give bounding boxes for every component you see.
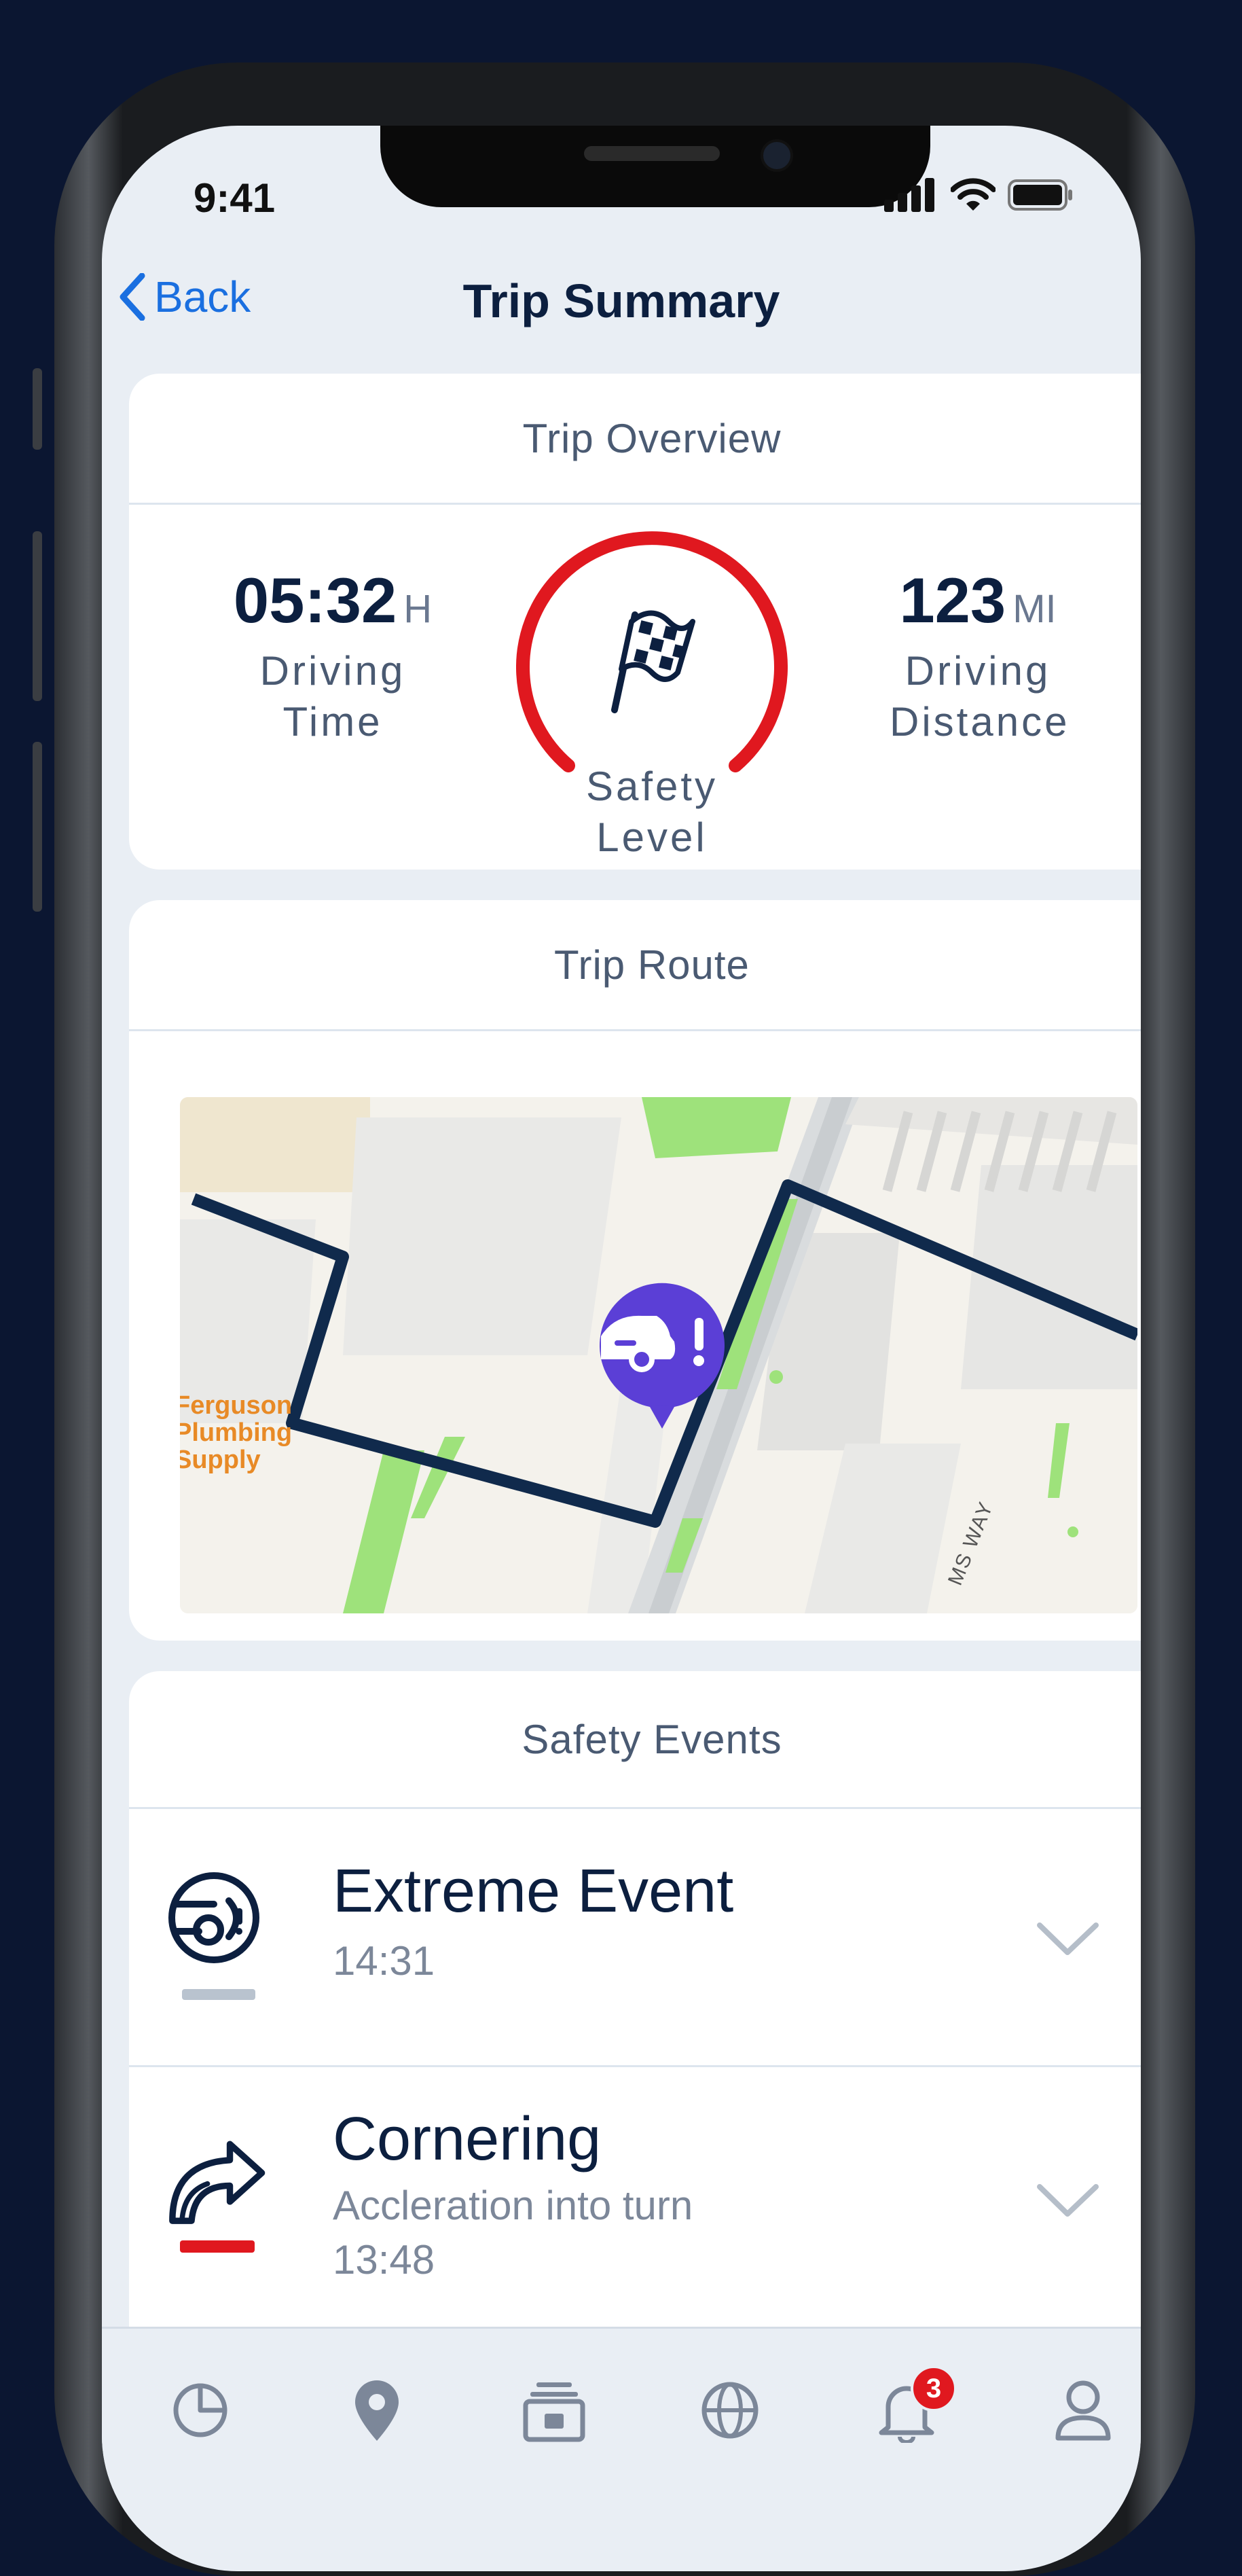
location-icon (355, 2380, 399, 2441)
driving-time-unit: H (403, 587, 433, 631)
trip-route-header: Trip Route (129, 900, 1141, 1031)
mute-switch (33, 368, 42, 450)
event-title: Cornering (333, 2105, 602, 2173)
tab-dashboard[interactable] (160, 2369, 241, 2451)
safety-level-label: Safety Level (585, 764, 718, 860)
notch (380, 126, 930, 207)
driving-distance-label: Driving Distance (890, 648, 1070, 745)
driving-time-label: Driving Time (259, 648, 406, 745)
driving-time-stat: 05:32 H Driving Time (204, 564, 462, 747)
safety-events-header: Safety Events (129, 1671, 1141, 1809)
event-title: Extreme Event (333, 1857, 734, 1925)
signal-icon (884, 178, 934, 212)
event-severity-bar (180, 2240, 255, 2253)
safety-events-card: Safety Events Extreme Event 14:31 Corner… (129, 1671, 1141, 2418)
checkered-flag-icon (611, 610, 695, 713)
safety-event-row[interactable]: Extreme Event 14:31 (129, 1807, 1141, 2067)
volume-up-button (33, 531, 42, 701)
tab-notifications[interactable]: 3 (866, 2365, 957, 2451)
map-place-label: Ferguson Plumbing Supply (180, 1391, 293, 1474)
volume-down-button (33, 742, 42, 912)
event-time: 13:48 (333, 2237, 435, 2283)
profile-icon (1055, 2380, 1111, 2440)
wifi-icon (951, 178, 996, 211)
trip-route-card: Trip Route Ferguson Plumbing Supply MS W… (129, 900, 1141, 1641)
route-map[interactable]: Ferguson Plumbing Supply MS WAY (180, 1097, 1137, 1613)
extreme-event-icon (168, 1872, 259, 1963)
battery-icon (1008, 179, 1072, 211)
globe-icon (701, 2382, 759, 2439)
tab-bar: 3 (102, 2327, 1141, 2560)
event-severity-bar (182, 1989, 255, 2000)
screen: 9:41 Back Trip Summary Trip Overview 05:… (102, 126, 1141, 2571)
safety-event-marker[interactable] (594, 1281, 730, 1437)
driving-time-value: 05:32 (233, 565, 397, 636)
tab-globe[interactable] (689, 2369, 771, 2451)
speaker (584, 146, 720, 161)
chevron-down-icon[interactable] (1036, 2183, 1100, 2220)
dashboard-icon (173, 2383, 227, 2437)
car-alert-icon (600, 1283, 725, 1429)
nav-bar: Back Trip Summary (102, 255, 1141, 336)
event-description: Accleration into turn (333, 2183, 693, 2228)
notification-badge: 3 (911, 2365, 957, 2412)
front-camera (761, 139, 793, 172)
driving-distance-value: 123 (899, 565, 1006, 636)
tab-license[interactable] (513, 2369, 594, 2451)
driving-distance-stat: 123 MI Driving Distance (842, 564, 1114, 747)
driving-distance-unit: MI (1012, 587, 1057, 631)
event-time: 14:31 (333, 1938, 435, 1984)
tab-profile[interactable] (1042, 2369, 1124, 2451)
license-icon (523, 2382, 585, 2441)
safety-event-row[interactable]: Cornering Accleration into turn 13:48 (129, 2065, 1141, 2353)
trip-overview-header: Trip Overview (129, 374, 1141, 505)
safety-level-gauge: Safety Level (516, 523, 788, 870)
tab-location[interactable] (336, 2369, 418, 2451)
chevron-down-icon[interactable] (1036, 1921, 1100, 1958)
status-icons (884, 175, 1073, 215)
trip-overview-card: Trip Overview 05:32 H Driving Time Safety (129, 374, 1141, 870)
cornering-icon (169, 2141, 266, 2224)
status-time: 9:41 (194, 175, 276, 221)
page-title: Trip Summary (462, 274, 780, 327)
